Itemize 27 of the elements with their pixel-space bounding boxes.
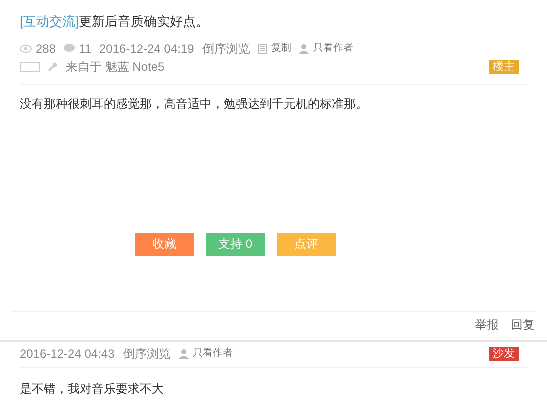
floor-badge: 楼主: [489, 60, 519, 74]
post-body: 没有那种很刺耳的感觉那，高音适中，勉强达到千元机的标准那。: [20, 96, 369, 112]
action-link[interactable]: 回复: [511, 316, 535, 334]
floor-badge: 沙发: [489, 346, 519, 360]
reply-time: 2016-12-24 04:43: [20, 346, 115, 362]
source-device: 来自于 魅蓝 Note5: [66, 58, 165, 76]
view-count: 288: [36, 40, 56, 58]
person-icon: [299, 44, 310, 54]
reverse-order-link[interactable]: 倒序浏览: [122, 344, 171, 362]
comment-icon: [64, 44, 76, 53]
reply-body: 是不错，我对音乐要求不大: [20, 380, 165, 398]
action-button[interactable]: 支持 0: [206, 232, 265, 256]
microphone-icon: [48, 62, 58, 72]
author-only-link[interactable]: 只看作者: [192, 346, 233, 361]
copy-link[interactable]: 复制: [271, 41, 292, 56]
comment-count: 11: [79, 40, 92, 58]
author-only-link[interactable]: 只看作者: [313, 41, 354, 56]
category-link[interactable]: [互动交流]: [20, 14, 80, 29]
post-time: 2016-12-24 04:19: [100, 40, 194, 58]
eye-icon: [20, 44, 32, 52]
copy-icon: [258, 44, 268, 54]
person-icon: [178, 348, 189, 358]
action-link[interactable]: 举报: [475, 316, 499, 334]
post-title: 更新后音质确实好点。: [79, 14, 210, 29]
action-button[interactable]: 收藏: [135, 232, 194, 256]
reverse-order-link[interactable]: 倒序浏览: [202, 40, 250, 58]
frame-icon: [20, 62, 40, 72]
